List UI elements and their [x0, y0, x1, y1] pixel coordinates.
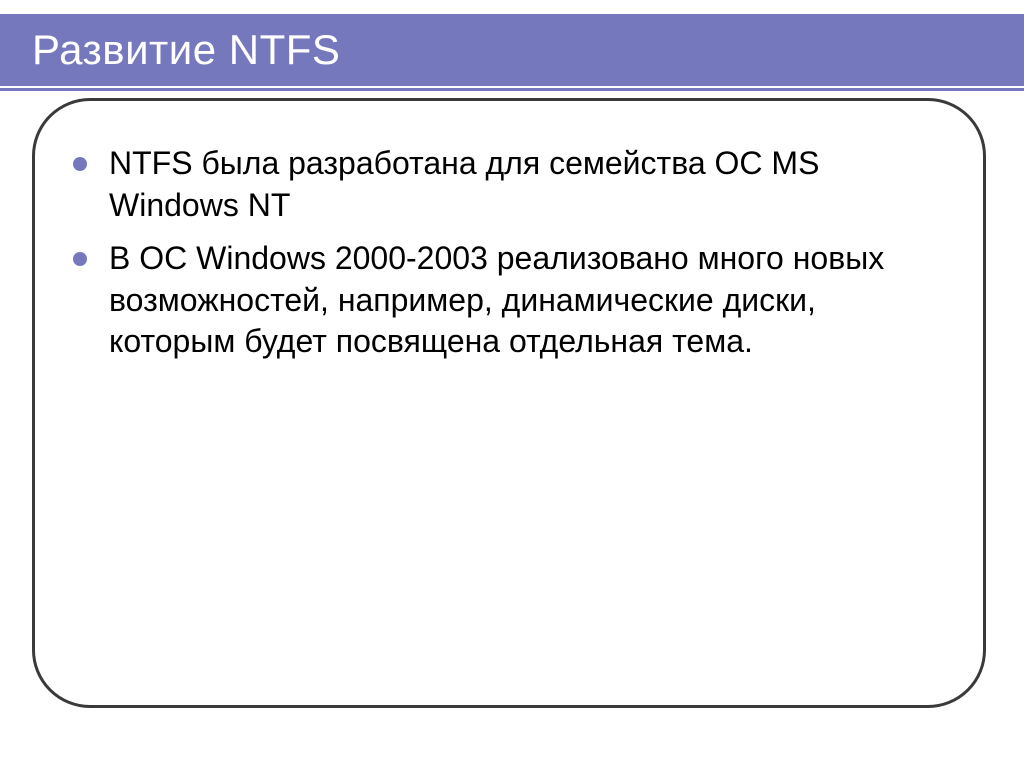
content-frame: NTFS была разработана для семейства ОС M… — [32, 98, 986, 708]
title-band: Развитие NTFS — [0, 14, 1024, 86]
bullet-text: В ОС Windows 2000-2003 реализовано много… — [109, 240, 884, 359]
bullet-list: NTFS была разработана для семейства ОС M… — [35, 101, 983, 363]
slide-title: Развитие NTFS — [32, 26, 340, 74]
title-underline — [0, 88, 1024, 91]
list-item: В ОС Windows 2000-2003 реализовано много… — [109, 238, 937, 363]
list-item: NTFS была разработана для семейства ОС M… — [109, 143, 937, 226]
bullet-text: NTFS была разработана для семейства ОС M… — [109, 145, 819, 223]
